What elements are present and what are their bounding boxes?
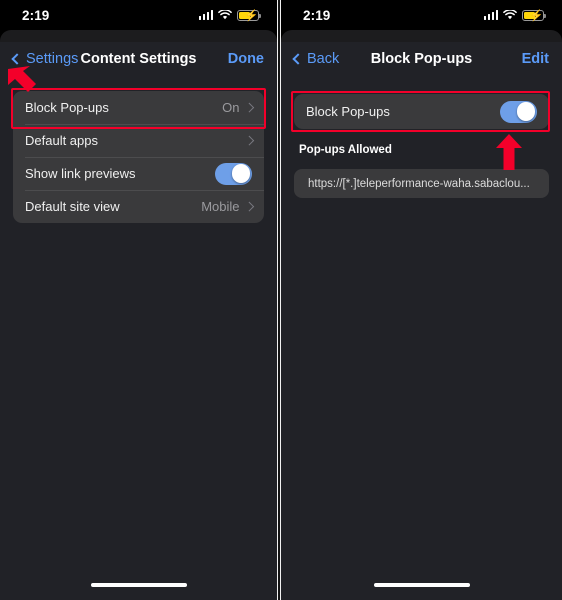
wifi-icon <box>218 10 232 20</box>
content-settings-list: Block Pop-ups On Default apps Show link … <box>13 91 264 223</box>
status-bar: 2:19 ⚡ <box>281 0 562 30</box>
allowed-site-item[interactable]: https://[*.]teleperformance-waha.sabaclo… <box>294 169 549 198</box>
cellular-signal-icon <box>483 10 498 20</box>
battery-charging-icon: ⚡ <box>237 9 261 21</box>
show-link-previews-toggle[interactable] <box>215 162 252 185</box>
status-time: 2:19 <box>303 7 331 23</box>
wifi-icon <box>503 10 517 20</box>
done-button[interactable]: Done <box>228 51 264 67</box>
chevron-right-icon <box>244 135 254 146</box>
back-button-label: Back <box>307 51 340 67</box>
list-item-default-site-view[interactable]: Default site view Mobile <box>13 190 264 223</box>
list-item-value: Mobile <box>201 199 240 214</box>
list-item-label: Block Pop-ups <box>306 104 390 119</box>
list-item-block-popups[interactable]: Block Pop-ups On <box>13 91 264 124</box>
cellular-signal-icon <box>198 10 213 20</box>
list-item-label: Show link previews <box>25 166 136 181</box>
list-item-default-apps[interactable]: Default apps <box>13 124 264 157</box>
list-item-block-popups[interactable]: Block Pop-ups <box>294 94 549 129</box>
home-indicator <box>373 583 470 587</box>
navigation-bar: Settings Content Settings Done <box>0 42 277 76</box>
list-item-label: Default site view <box>25 199 120 214</box>
chevron-left-icon <box>11 53 23 65</box>
back-button[interactable]: Settings <box>11 51 79 67</box>
list-item-show-link-previews[interactable]: Show link previews <box>13 157 264 190</box>
status-icons: ⚡ <box>198 9 261 21</box>
section-header-popups-allowed: Pop-ups Allowed <box>299 144 392 156</box>
status-bar: 2:19 ⚡ <box>0 0 277 30</box>
chevron-left-icon <box>292 53 304 65</box>
chevron-right-icon <box>244 102 254 113</box>
allowed-site-url: https://[*.]teleperformance-waha.sabaclo… <box>308 177 530 190</box>
back-button[interactable]: Back <box>292 51 356 67</box>
list-item-label: Block Pop-ups <box>25 100 109 115</box>
left-phone-panel: 2:19 ⚡ Settings Content Settings Done Bl… <box>0 0 277 600</box>
home-indicator <box>90 583 187 587</box>
chevron-right-icon <box>244 201 254 212</box>
list-item-value: On <box>222 100 240 115</box>
screenshot-stage: 2:19 ⚡ Settings Content Settings Done Bl… <box>0 0 562 600</box>
block-popups-toggle[interactable] <box>500 100 537 123</box>
block-popups-toggle-group: Block Pop-ups <box>294 94 549 129</box>
status-icons: ⚡ <box>483 9 546 21</box>
navigation-bar: Back Block Pop-ups Edit <box>281 42 562 76</box>
back-button-label: Settings <box>26 51 79 67</box>
list-item-label: Default apps <box>25 133 98 148</box>
battery-charging-icon: ⚡ <box>522 9 546 21</box>
right-phone-panel: 2:19 ⚡ Back Block Pop-ups Edit Block Pop… <box>281 0 562 600</box>
edit-button[interactable]: Edit <box>522 51 549 67</box>
status-time: 2:19 <box>22 7 50 23</box>
